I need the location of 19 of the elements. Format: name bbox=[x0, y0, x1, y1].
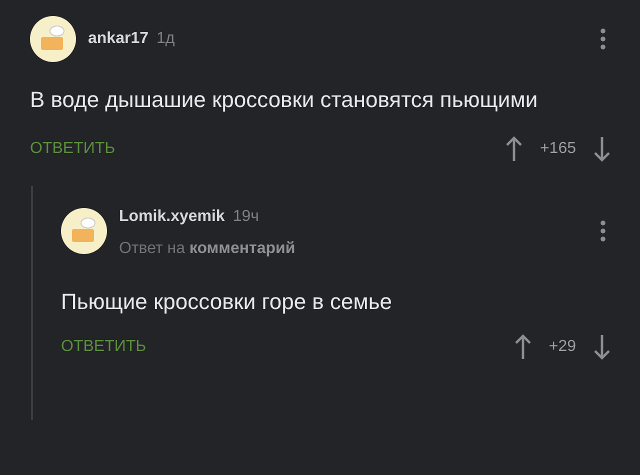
comment-text: Пьющие кроссовки горе в семье bbox=[61, 288, 394, 316]
downvote-icon[interactable] bbox=[594, 334, 610, 360]
reply-link[interactable]: ОТВЕТИТЬ bbox=[61, 338, 146, 356]
rating-count: +29 bbox=[548, 338, 576, 356]
more-icon[interactable] bbox=[600, 220, 606, 242]
rating-count: +165 bbox=[540, 140, 576, 158]
reply-link[interactable]: ОТВЕТИТЬ bbox=[30, 140, 116, 158]
upvote-icon[interactable] bbox=[514, 334, 531, 360]
upvote-icon[interactable] bbox=[506, 136, 522, 162]
comment-time: 19ч bbox=[232, 208, 259, 226]
author-name[interactable]: ankar17 bbox=[88, 30, 148, 48]
author-name[interactable]: Lomik.xyemik bbox=[119, 208, 225, 226]
comment-text: В воде дышашие кроссовки становятся пьющими bbox=[30, 86, 539, 114]
comment-time: 1д bbox=[156, 30, 175, 48]
downvote-icon[interactable] bbox=[594, 136, 610, 162]
avatar-icon[interactable] bbox=[61, 208, 107, 254]
avatar-icon[interactable] bbox=[30, 16, 76, 62]
more-icon[interactable] bbox=[600, 28, 606, 50]
reply-to-text[interactable]: Ответ на комментарий bbox=[119, 240, 296, 258]
